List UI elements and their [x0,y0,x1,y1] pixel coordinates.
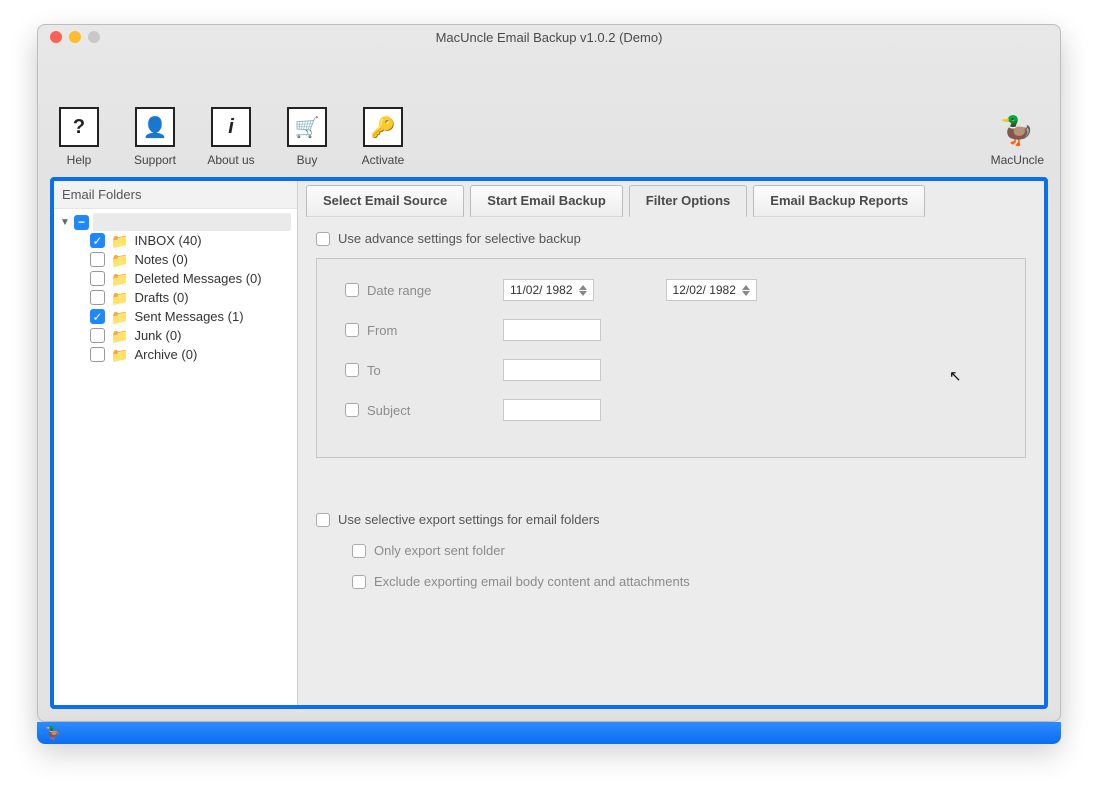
from-label: From [367,323,397,338]
folder-checkbox[interactable] [90,309,105,324]
exclude-body-checkbox[interactable] [352,575,366,589]
advance-settings-checkbox[interactable] [316,232,330,246]
folder-checkbox[interactable] [90,233,105,248]
folder-label: Sent Messages (1) [134,309,243,324]
folder-icon: 📁 [111,272,128,286]
root-checkbox[interactable]: − [74,215,89,230]
folder-label: Archive (0) [134,347,197,362]
stepper-icon[interactable] [579,282,589,298]
workarea: Email Folders ▼ − 📁INBOX (40)📁Notes (0)📁… [50,177,1048,709]
disclosure-triangle-icon[interactable]: ▼ [60,217,70,228]
folder-tree[interactable]: ▼ − 📁 INBOX (40) 📁 Notes (0) 📁 Deleted Messag… [54,209,297,368]
toolbar-item-activate[interactable]: 🔑 Activate [354,73,412,167]
folder-label: INBOX (40) [134,233,201,248]
root-account-label [93,213,291,231]
folder-label: Notes (0) [134,252,187,267]
tab-start-backup[interactable]: Start Email Backup [470,185,623,217]
folder-row[interactable]: 📁 Deleted Messages (0) [58,269,291,288]
titlebar: MacUncle Email Backup v1.0.2 (Demo) [38,25,1060,49]
from-input[interactable] [503,319,601,341]
selective-export-checkbox[interactable] [316,513,330,527]
toolbar-item-support[interactable]: 👤 Support [126,73,184,167]
folder-label: Junk (0) [134,328,181,343]
window-title: MacUncle Email Backup v1.0.2 (Demo) [38,30,1060,45]
tab-filter-options[interactable]: Filter Options [629,185,748,217]
from-checkbox[interactable] [345,323,359,337]
folder-checkbox[interactable] [90,271,105,286]
date-range-checkbox[interactable] [345,283,359,297]
toolbar-item-buy[interactable]: 🛒 Buy [278,73,336,167]
folder-checkbox[interactable] [90,252,105,267]
info-icon: i [211,107,251,147]
date-start-field[interactable]: 11/02/ 1982 [503,279,594,301]
folder-checkbox[interactable] [90,290,105,305]
to-input[interactable] [503,359,601,381]
brand-label: MacUncle [991,153,1044,167]
filter-options-body: Use advance settings for selective backu… [298,217,1044,607]
help-icon: ? [59,107,99,147]
statusbar-icon: 🦆 [45,725,61,741]
selective-export-label: Use selective export settings for email … [338,512,600,527]
folder-row[interactable]: 📁 Notes (0) [58,250,291,269]
folder-row[interactable]: 📁 Archive (0) [58,345,291,364]
folder-icon: 📁 [111,253,128,267]
toolbar-label: Help [67,153,92,167]
date-range-label: Date range [367,283,431,298]
folder-icon: 📁 [111,329,128,343]
toolbar-label: Support [134,153,176,167]
brand-icon: 🦆 [1000,114,1035,147]
app-window: MacUncle Email Backup v1.0.2 (Demo) ? He… [37,24,1061,722]
folder-label: Drafts (0) [134,290,188,305]
folder-row[interactable]: 📁 Sent Messages (1) [58,307,291,326]
brand: 🦆 MacUncle [991,80,1048,167]
tabs: Select Email Source Start Email Backup F… [298,181,1044,217]
tab-backup-reports[interactable]: Email Backup Reports [753,185,925,217]
tree-root[interactable]: ▼ − [58,213,291,231]
cart-icon: 🛒 [287,107,327,147]
folder-label: Deleted Messages (0) [134,271,261,286]
date-end-field[interactable]: 12/02/ 1982 [666,279,757,301]
toolbar: ? Help 👤 Support i About us 🛒 Buy 🔑 Acti… [38,49,1060,173]
key-icon: 🔑 [363,107,403,147]
date-end-value: 12/02/ 1982 [673,283,736,297]
tab-select-source[interactable]: Select Email Source [306,185,464,217]
folder-checkbox[interactable] [90,347,105,362]
toolbar-label: Buy [297,153,318,167]
exclude-body-label: Exclude exporting email body content and… [374,574,690,589]
stepper-icon[interactable] [742,282,752,298]
main-panel: Select Email Source Start Email Backup F… [298,181,1044,705]
folder-icon: 📁 [111,348,128,362]
folder-checkbox[interactable] [90,328,105,343]
folder-icon: 📁 [111,234,128,248]
subject-checkbox[interactable] [345,403,359,417]
subject-label: Subject [367,403,410,418]
toolbar-label: About us [207,153,254,167]
only-sent-checkbox[interactable] [352,544,366,558]
folder-icon: 📁 [111,310,128,324]
filter-panel: Date range 11/02/ 1982 12/02/ 1982 [316,258,1026,458]
toolbar-item-about[interactable]: i About us [202,73,260,167]
toolbar-label: Activate [362,153,405,167]
sidebar-header: Email Folders [54,181,297,209]
to-label: To [367,363,381,378]
folder-row[interactable]: 📁 Junk (0) [58,326,291,345]
to-checkbox[interactable] [345,363,359,377]
statusbar: 🦆 [37,722,1061,744]
support-icon: 👤 [135,107,175,147]
sidebar: Email Folders ▼ − 📁INBOX (40)📁Notes (0)📁… [54,181,298,705]
folder-icon: 📁 [111,291,128,305]
only-sent-label: Only export sent folder [374,543,505,558]
folder-row[interactable]: 📁 Drafts (0) [58,288,291,307]
date-start-value: 11/02/ 1982 [510,283,573,297]
toolbar-item-help[interactable]: ? Help [50,73,108,167]
folder-row[interactable]: 📁 INBOX (40) [58,231,291,250]
advance-settings-label: Use advance settings for selective backu… [338,231,581,246]
subject-input[interactable] [503,399,601,421]
